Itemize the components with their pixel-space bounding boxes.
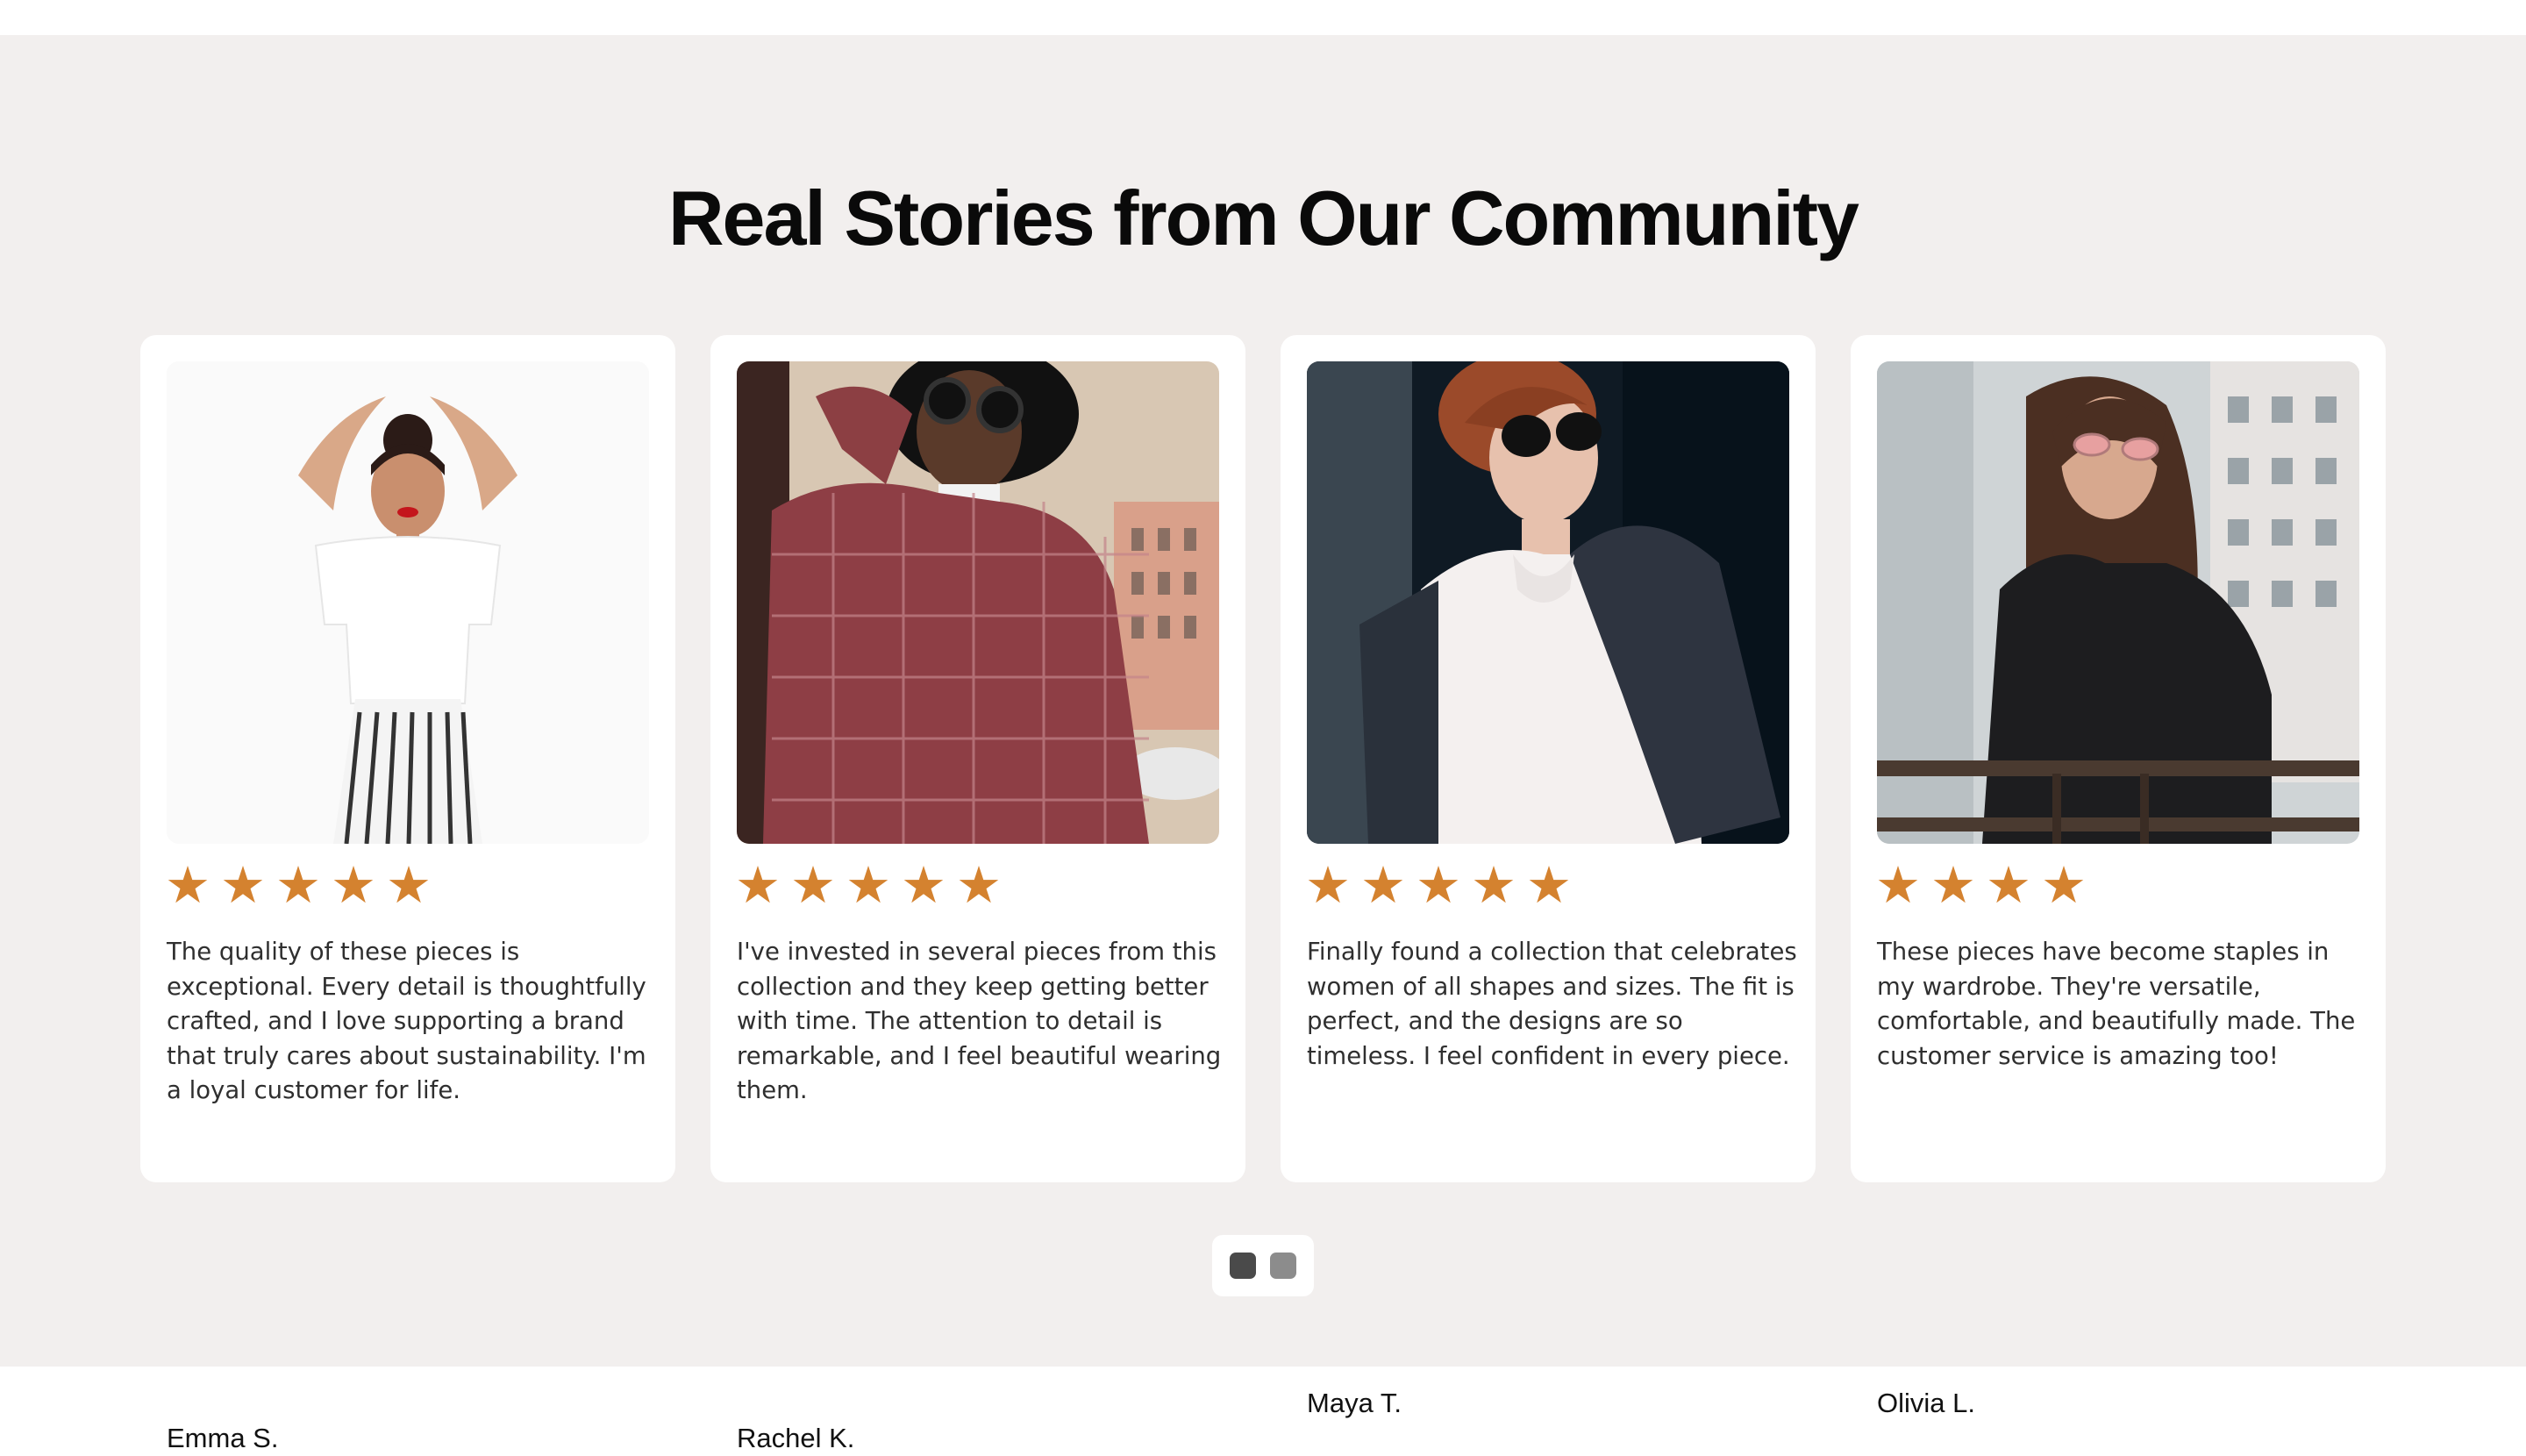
pagination-dot-2[interactable] [1270, 1253, 1296, 1279]
testimonial-author: Rachel K. [737, 1423, 855, 1453]
testimonial-author: Olivia L. [1877, 1388, 1975, 1418]
star-icon: ★ [846, 855, 891, 915]
star-icon: ★ [1305, 855, 1351, 915]
testimonial-card: ★ ★ ★ ★ These pieces have become staples… [1851, 335, 2386, 1418]
testimonial-quote: Finally found a collection that celebrat… [1307, 938, 1797, 1070]
star-icon: ★ [386, 855, 432, 915]
testimonial-card: ★ ★ ★ ★ ★ Finally found a collection tha… [1281, 335, 1816, 1418]
testimonial-author: Maya T. [1307, 1388, 1402, 1418]
star-icon: ★ [790, 855, 836, 915]
testimonials-section: Real Stories from Our Community ★ ★ ★ ★ … [0, 35, 2526, 1453]
star-icon: ★ [1986, 855, 2031, 915]
customer-photo [737, 361, 1219, 844]
star-icon: ★ [2041, 855, 2087, 915]
testimonial-author: Emma S. [167, 1423, 279, 1453]
testimonial-quote: These pieces have become staples in my w… [1877, 938, 2356, 1070]
star-icon: ★ [220, 855, 266, 915]
woman-sunglasses-coat-photo [1307, 361, 1789, 844]
carousel-pagination [1212, 1235, 1314, 1296]
star-icon: ★ [1526, 855, 1572, 915]
woman-black-jacket-photo [1877, 361, 2359, 844]
testimonial-card: ★ ★ ★ ★ ★ I've invested in several piece… [710, 335, 1245, 1453]
star-icon: ★ [331, 855, 376, 915]
star-rating: ★ ★ ★ ★ [1875, 854, 2096, 916]
customer-photo [1307, 361, 1789, 844]
testimonial-card: ★ ★ ★ ★ ★ The quality of these pieces is… [140, 335, 675, 1453]
star-rating: ★ ★ ★ ★ ★ [1305, 854, 1581, 916]
star-rating: ★ ★ ★ ★ ★ [165, 854, 441, 916]
star-icon: ★ [165, 855, 210, 915]
star-icon: ★ [901, 855, 946, 915]
star-icon: ★ [1471, 855, 1516, 915]
star-icon: ★ [275, 855, 321, 915]
star-icon: ★ [1360, 855, 1406, 915]
section-title: Real Stories from Our Community [667, 175, 1859, 261]
customer-photo [167, 361, 649, 844]
pagination-dot-1[interactable] [1230, 1253, 1256, 1279]
star-icon: ★ [1930, 855, 1976, 915]
star-icon: ★ [735, 855, 781, 915]
star-icon: ★ [956, 855, 1002, 915]
testimonial-quote: The quality of these pieces is exception… [167, 938, 646, 1104]
woman-plaid-suit-photo [737, 361, 1219, 844]
star-icon: ★ [1416, 855, 1461, 915]
star-rating: ★ ★ ★ ★ ★ [735, 854, 1011, 916]
customer-photo [1877, 361, 2359, 844]
star-icon: ★ [1875, 855, 1921, 915]
testimonial-quote: I've invested in several pieces from thi… [737, 938, 1222, 1104]
woman-white-tshirt-photo [167, 361, 649, 844]
